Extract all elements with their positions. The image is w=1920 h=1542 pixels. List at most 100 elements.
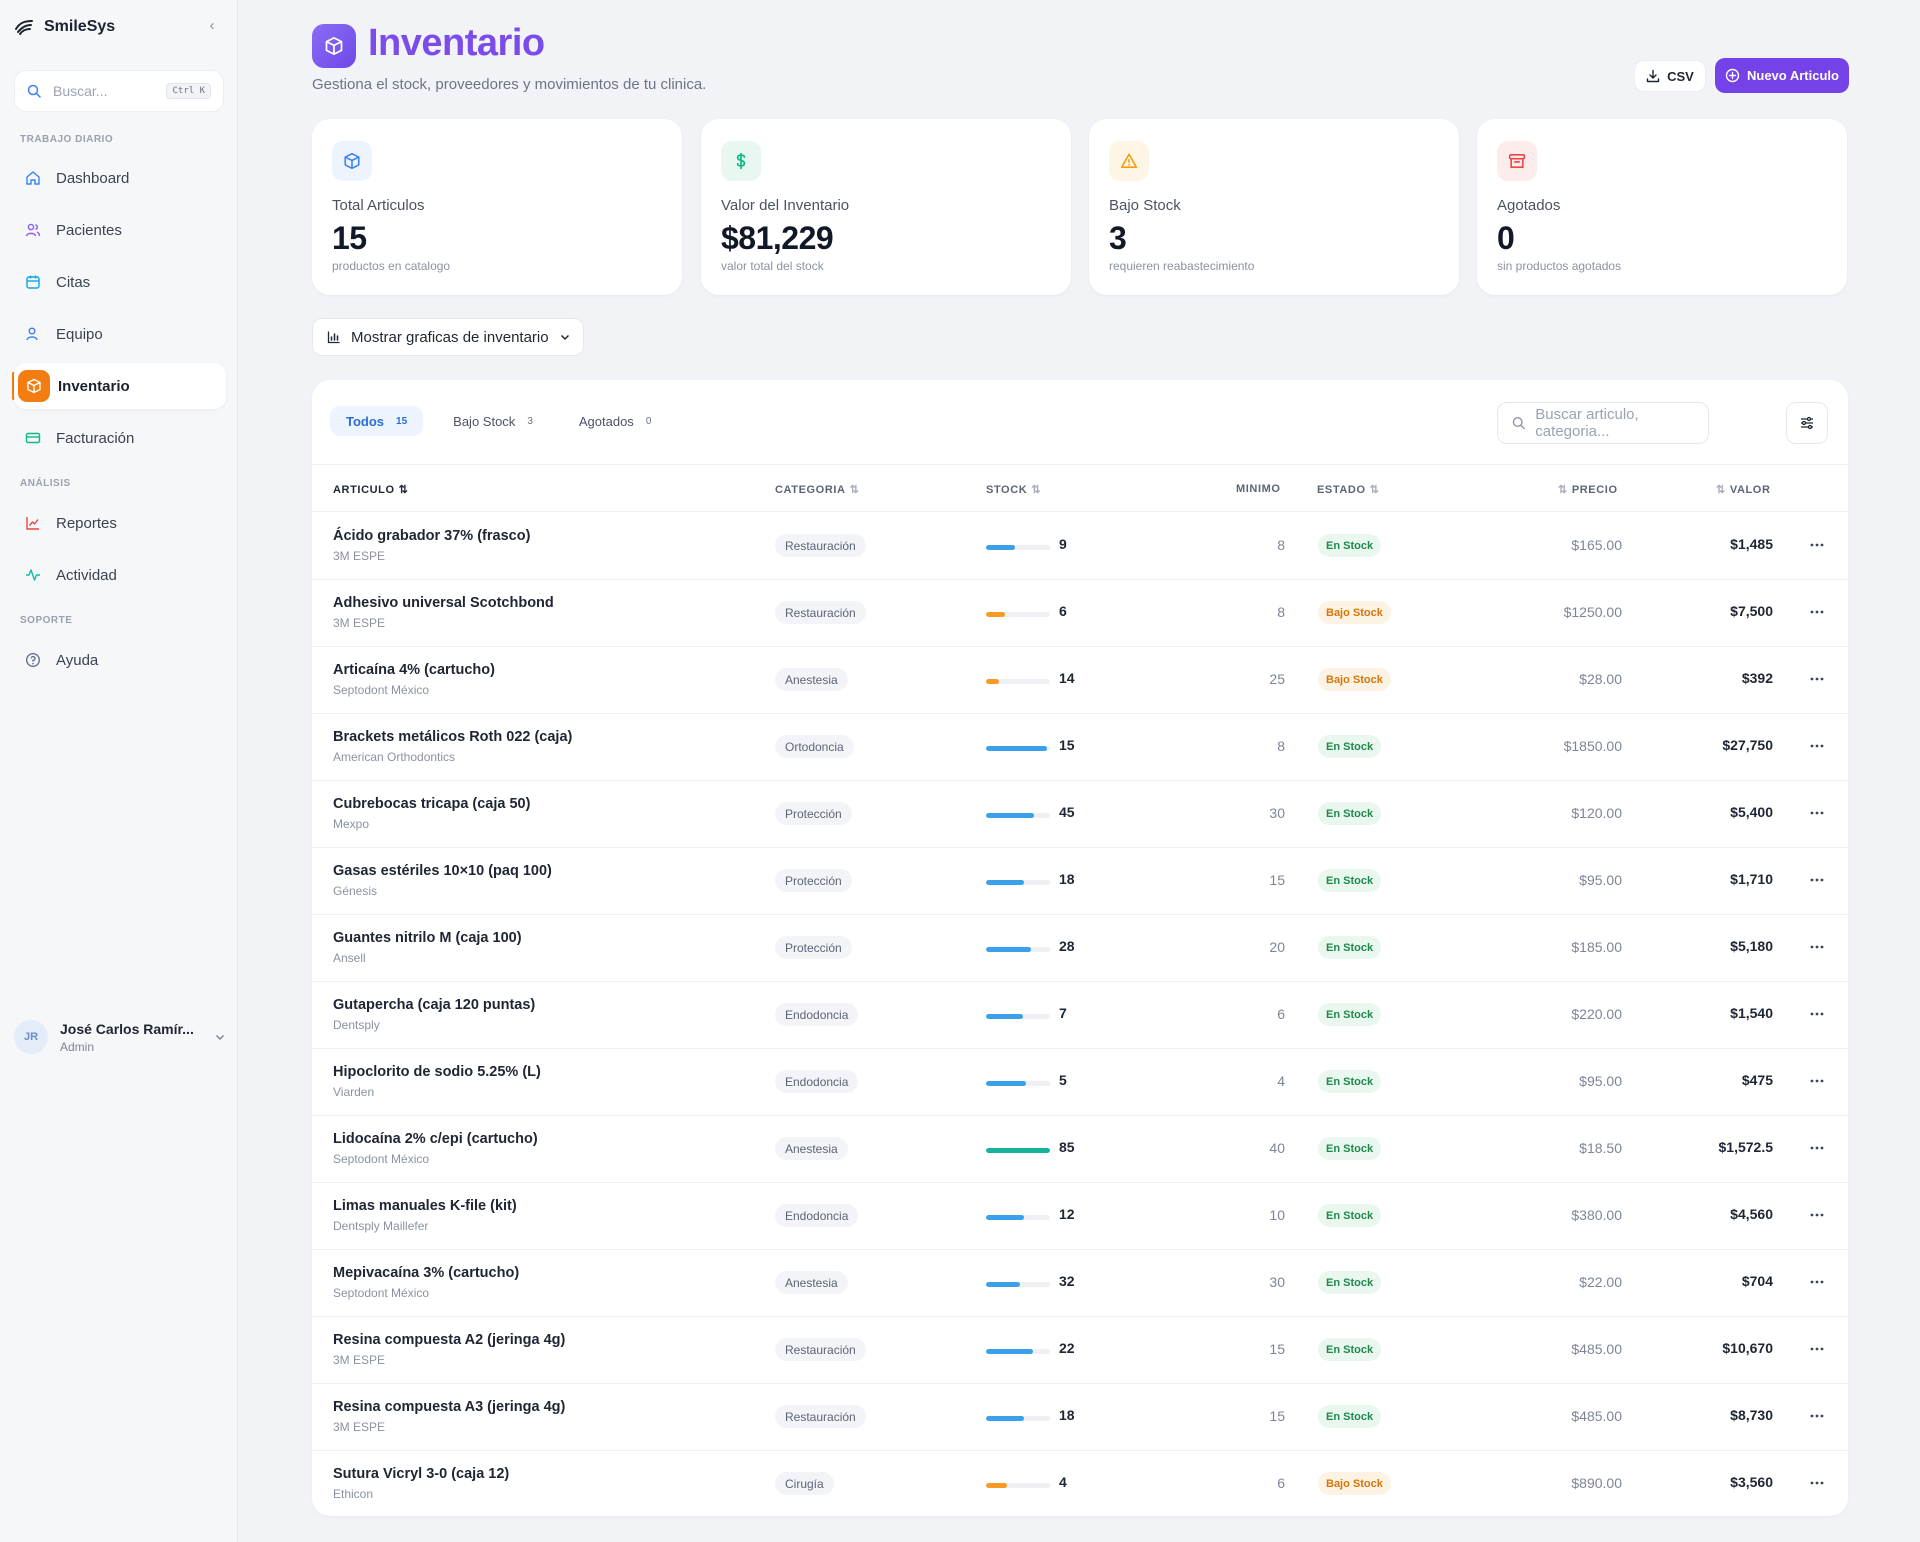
csv-label: CSV (1667, 68, 1694, 84)
col-categoria[interactable]: CATEGORIA ⇅ (775, 483, 859, 497)
tab-bajo-stock[interactable]: Bajo Stock 3 (437, 406, 549, 436)
status-badge: En Stock (1318, 802, 1382, 825)
brand[interactable]: SmileSys (14, 14, 115, 40)
page-title: Inventario (368, 22, 545, 64)
inventory-table-card: Todos 15 Bajo Stock 3 Agotados 0 Buscar art… (312, 380, 1848, 1516)
sidebar-item-pacientes[interactable]: Pacientes (14, 207, 226, 253)
article-supplier: American Orthodontics (333, 750, 456, 764)
sidebar-item-label: Reportes (56, 514, 117, 532)
col-precio[interactable]: ⇅ PRECIO (1558, 483, 1618, 497)
sort-icon: ⇅ (1558, 484, 1568, 496)
category-chip: Restauración (775, 601, 866, 624)
price-value: $22.00 (1579, 1274, 1622, 1290)
sidebar-item-actividad[interactable]: Actividad (14, 552, 226, 598)
article-supplier: Septodont México (333, 683, 430, 697)
more-actions-icon[interactable] (1806, 735, 1828, 757)
total-value: $8,730 (1730, 1407, 1773, 1423)
stock-bar-fill (986, 545, 1015, 550)
col-estado[interactable]: ESTADO ⇅ (1317, 483, 1379, 497)
sidebar-item-citas[interactable]: Citas (14, 259, 226, 305)
nav-section-trabajo-diario: TRABAJO DIARIO (20, 134, 114, 145)
sidebar-search[interactable]: Buscar... Ctrl K (14, 70, 224, 112)
sidebar-item-reportes[interactable]: Reportes (14, 500, 226, 546)
table-row[interactable]: Resina compuesta A2 (jeringa 4g) 3M ESPE R… (312, 1317, 1848, 1384)
download-icon (1646, 69, 1660, 83)
more-actions-icon[interactable] (1806, 1204, 1828, 1226)
col-stock[interactable]: STOCK ⇅ (986, 483, 1041, 497)
sidebar-item-inventario[interactable]: Inventario (14, 363, 226, 409)
sidebar-item-ayuda[interactable]: Ayuda (14, 637, 226, 683)
table-row[interactable]: Limas manuales K-file (kit) Dentsply Mail… (312, 1183, 1848, 1250)
table-row[interactable]: Brackets metálicos Roth 022 (caja) Americ… (312, 714, 1848, 781)
table-row[interactable]: Adhesivo universal Scotchbond 3M ESPE Rest… (312, 580, 1848, 647)
col-articulo[interactable]: ARTICULO ⇅ (333, 483, 408, 497)
stock-bar (986, 545, 1050, 550)
more-actions-icon[interactable] (1806, 1472, 1828, 1494)
status-badge: En Stock (1318, 1405, 1382, 1428)
more-actions-icon[interactable] (1806, 1271, 1828, 1293)
status-badge: Bajo Stock (1318, 668, 1391, 691)
table-search-input[interactable]: Buscar articulo, categoria... (1497, 402, 1709, 444)
more-actions-icon[interactable] (1806, 1137, 1828, 1159)
table-row[interactable]: Hipoclorito de sodio 5.25% (L) Viarden End… (312, 1049, 1848, 1116)
article-name: Brackets metálicos Roth 022 (caja) (333, 729, 573, 745)
col-label: CATEGORIA (775, 483, 846, 496)
new-article-button[interactable]: Nuevo Articulo (1715, 58, 1849, 93)
export-csv-button[interactable]: CSV (1634, 60, 1706, 92)
kpi-label: Agotados (1497, 197, 1561, 214)
kpi-value: 0 (1497, 220, 1515, 256)
more-actions-icon[interactable] (1806, 936, 1828, 958)
more-actions-icon[interactable] (1806, 1338, 1828, 1360)
category-chip: Anestesia (775, 1271, 848, 1294)
show-charts-label: Mostrar graficas de inventario (351, 328, 549, 346)
article-supplier: 3M ESPE (333, 1420, 386, 1434)
sidebar-item-facturacion[interactable]: Facturación (14, 415, 226, 461)
more-actions-icon[interactable] (1806, 668, 1828, 690)
status-badge: En Stock (1318, 869, 1382, 892)
table-row[interactable]: Gutapercha (caja 120 puntas) Dentsply Endo… (312, 982, 1848, 1049)
sliders-icon (1801, 416, 1813, 430)
table-row[interactable]: Sutura Vicryl 3-0 (caja 12) Ethicon Cirugí… (312, 1451, 1848, 1516)
more-actions-icon[interactable] (1806, 869, 1828, 891)
more-actions-icon[interactable] (1806, 802, 1828, 824)
collapse-sidebar-icon[interactable]: ‹ (204, 18, 220, 34)
article-supplier: Dentsply (333, 1018, 380, 1032)
stock-bar-fill (986, 947, 1031, 952)
more-actions-icon[interactable] (1806, 534, 1828, 556)
more-actions-icon[interactable] (1806, 1405, 1828, 1427)
table-row[interactable]: Guantes nitrilo M (caja 100) Ansell Protec… (312, 915, 1848, 982)
article-supplier: Ansell (333, 951, 366, 965)
min-value: 8 (1277, 738, 1285, 754)
price-value: $95.00 (1579, 1073, 1622, 1089)
sidebar-item-dashboard[interactable]: Dashboard (14, 155, 226, 201)
table-row[interactable]: Lidocaína 2% c/epi (cartucho) Septodont M… (312, 1116, 1848, 1183)
nav-section-soporte: SOPORTE (20, 615, 73, 626)
table-row[interactable]: Articaína 4% (cartucho) Septodont México A… (312, 647, 1848, 714)
more-actions-icon[interactable] (1806, 1003, 1828, 1025)
stock-bar (986, 1081, 1050, 1086)
table-row[interactable]: Gasas estériles 10×10 (paq 100) Génesis Pr… (312, 848, 1848, 915)
col-valor[interactable]: ⇅ VALOR (1716, 483, 1771, 497)
filter-settings-button[interactable] (1786, 402, 1828, 444)
sidebar-item-equipo[interactable]: Equipo (14, 311, 226, 357)
stock-value: 32 (1059, 1273, 1075, 1289)
show-charts-toggle[interactable]: Mostrar graficas de inventario (312, 318, 584, 356)
tab-count: 3 (527, 415, 533, 427)
stock-value: 15 (1059, 737, 1075, 753)
table-row[interactable]: Mepivacaína 3% (cartucho) Septodont Méxic… (312, 1250, 1848, 1317)
article-supplier: 3M ESPE (333, 549, 386, 563)
min-value: 30 (1269, 1274, 1285, 1290)
table-row[interactable]: Cubrebocas tricapa (caja 50) Mexpo Protecc… (312, 781, 1848, 848)
tab-agotados[interactable]: Agotados 0 (563, 406, 668, 436)
more-actions-icon[interactable] (1806, 601, 1828, 623)
min-value: 10 (1269, 1207, 1285, 1223)
stock-bar-fill (986, 1416, 1025, 1421)
sidebar-search-placeholder: Buscar... (53, 83, 108, 99)
tab-todos[interactable]: Todos 15 (330, 406, 424, 436)
table-row[interactable]: Ácido grabador 37% (frasco) 3M ESPE Restau… (312, 513, 1848, 580)
price-value: $485.00 (1571, 1408, 1622, 1424)
user-menu[interactable]: JR José Carlos Ramír... Admin (14, 1016, 226, 1058)
stock-value: 12 (1059, 1206, 1075, 1222)
table-row[interactable]: Resina compuesta A3 (jeringa 4g) 3M ESPE R… (312, 1384, 1848, 1451)
more-actions-icon[interactable] (1806, 1070, 1828, 1092)
